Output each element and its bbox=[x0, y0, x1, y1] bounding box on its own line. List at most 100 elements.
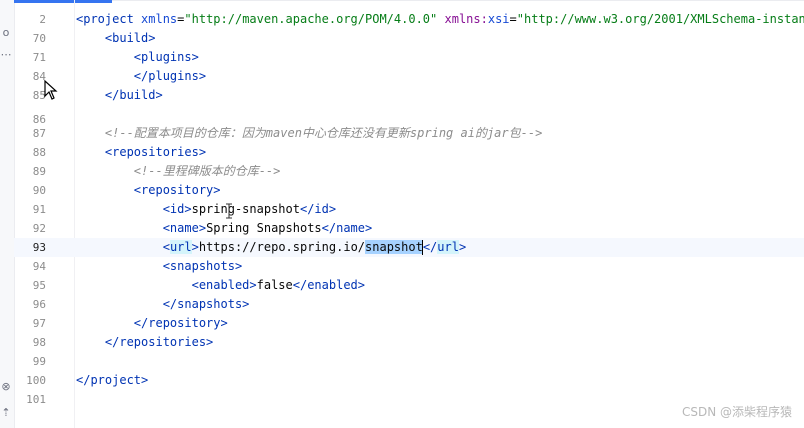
code-text: <id>spring-snapshot</id> bbox=[76, 200, 336, 219]
xml-tag: <repositories> bbox=[104, 145, 207, 159]
line-number: 92 bbox=[32, 222, 46, 235]
xml-tag: </id> bbox=[299, 202, 337, 216]
code-line[interactable]: 91 <id>spring-snapshot</id> bbox=[14, 200, 804, 219]
code-line[interactable]: 85 </build> bbox=[14, 86, 804, 105]
tool-glyph-4[interactable]: ⇡ bbox=[0, 406, 12, 419]
xml-tag: </build> bbox=[104, 88, 163, 102]
xml-tag: <snapshots> bbox=[162, 259, 243, 273]
active-editor-tab-indicator[interactable] bbox=[14, 0, 112, 3]
tool-glyph-2[interactable]: ⋯ bbox=[0, 48, 12, 61]
xml-namespace: xmlns: bbox=[444, 12, 488, 26]
text-content bbox=[437, 12, 444, 26]
line-number: 100 bbox=[26, 374, 46, 387]
xml-tag: <id> bbox=[162, 202, 192, 216]
xml-attribute: xsi bbox=[487, 12, 510, 26]
code-line[interactable]: 70 <build> bbox=[14, 29, 804, 48]
line-number: 94 bbox=[32, 260, 46, 273]
line-number: 85 bbox=[32, 89, 46, 102]
line-number: 99 bbox=[32, 355, 46, 368]
mouse-pointer-icon bbox=[44, 80, 58, 100]
text-content: spring-snapshot bbox=[191, 202, 300, 216]
code-line[interactable]: 87 <!--配置本项目的仓库：因为maven中心仓库还没有更新spring a… bbox=[14, 124, 804, 143]
xml-tag: </repository> bbox=[133, 316, 228, 330]
tab-bar-border bbox=[112, 0, 804, 1]
line-number: 96 bbox=[32, 298, 46, 311]
xml-tag: </snapshots> bbox=[162, 297, 250, 311]
tool-window-strip: o ⋯ ⊗ ⇡ bbox=[0, 0, 15, 428]
line-number: 2 bbox=[39, 13, 46, 26]
code-text: <plugins> bbox=[76, 48, 199, 67]
line-number: 84 bbox=[32, 70, 46, 83]
tool-glyph-3[interactable]: ⊗ bbox=[0, 380, 12, 393]
line-number: 90 bbox=[32, 184, 46, 197]
code-text: <name>Spring Snapshots</name> bbox=[76, 219, 373, 238]
line-number: 91 bbox=[32, 203, 46, 216]
line-number: 87 bbox=[32, 127, 46, 140]
code-line[interactable]: 2 <project xmlns = "http://maven.apache.org… bbox=[14, 10, 804, 29]
xml-comment: <!--里程碑版本的仓库--> bbox=[133, 164, 281, 178]
text-cursor-icon bbox=[226, 203, 232, 219]
code-line[interactable]: 88 <repositories> bbox=[14, 143, 804, 162]
code-line[interactable]: 96 </snapshots> bbox=[14, 295, 804, 314]
code-text: </build> bbox=[76, 86, 163, 105]
line-number: 70 bbox=[32, 32, 46, 45]
code-line[interactable]: 94 <snapshots> bbox=[14, 257, 804, 276]
xml-tag: </plugins> bbox=[133, 69, 207, 83]
xml-tag: </enabled> bbox=[292, 278, 365, 292]
code-line[interactable]: 95 <enabled>false</enabled> bbox=[14, 276, 804, 295]
xml-tag: </repositories> bbox=[104, 335, 214, 349]
xml-tag: <enabled> bbox=[191, 278, 257, 292]
xml-tag: </name> bbox=[321, 221, 373, 235]
xml-tag: <project bbox=[76, 12, 142, 26]
code-text: </repositories> bbox=[76, 333, 213, 352]
xml-tag: < bbox=[162, 240, 170, 254]
code-line[interactable]: 89 <!--里程碑版本的仓库--> bbox=[14, 162, 804, 181]
code-line[interactable]: 71 <plugins> bbox=[14, 48, 804, 67]
code-line[interactable]: 97 </repository> bbox=[14, 314, 804, 333]
text-content: = bbox=[509, 12, 517, 26]
line-number: 71 bbox=[32, 51, 46, 64]
code-text: <!--配置本项目的仓库：因为maven中心仓库还没有更新spring ai的j… bbox=[76, 124, 542, 143]
line-number: 97 bbox=[32, 317, 46, 330]
code-line[interactable]: 99 bbox=[14, 352, 804, 371]
code-line[interactable]: 92 <name>Spring Snapshots</name> bbox=[14, 219, 804, 238]
line-number: 101 bbox=[26, 393, 46, 406]
code-text: <repository> bbox=[76, 181, 221, 200]
code-line[interactable]: 90 <repository> bbox=[14, 181, 804, 200]
code-text: <project xmlns = "http://maven.apache.org/… bbox=[76, 10, 804, 29]
code-text: <enabled>false</enabled> bbox=[76, 276, 365, 295]
code-text: <!--里程碑版本的仓库--> bbox=[76, 162, 281, 181]
xml-tag: </ bbox=[422, 240, 438, 254]
attribute-value: "http://www.w3.org/2001/XMLSchema-instan… bbox=[516, 12, 804, 26]
tool-glyph-1[interactable]: o bbox=[0, 26, 12, 39]
line-number: 88 bbox=[32, 146, 46, 159]
code-text: <repositories> bbox=[76, 143, 206, 162]
xml-tag: <plugins> bbox=[133, 50, 199, 64]
xml-tag: > bbox=[458, 240, 467, 254]
code-text: </repository> bbox=[76, 314, 228, 333]
line-number: 98 bbox=[32, 336, 46, 349]
code-line[interactable]: 93 <url>https://repo.spring.io/snapshot<… bbox=[14, 238, 804, 257]
code-text: <snapshots> bbox=[76, 257, 242, 276]
xml-attribute: xmlns bbox=[141, 12, 178, 26]
code-text: </project> bbox=[76, 371, 148, 390]
line-number: 89 bbox=[32, 165, 46, 178]
code-text: </snapshots> bbox=[76, 295, 250, 314]
code-line[interactable]: 100 </project> bbox=[14, 371, 804, 390]
code-line[interactable]: 98 </repositories> bbox=[14, 333, 804, 352]
attribute-value: "http://maven.apache.org/POM/4.0.0" bbox=[184, 12, 438, 26]
code-line[interactable]: 84 </plugins> bbox=[14, 67, 804, 86]
